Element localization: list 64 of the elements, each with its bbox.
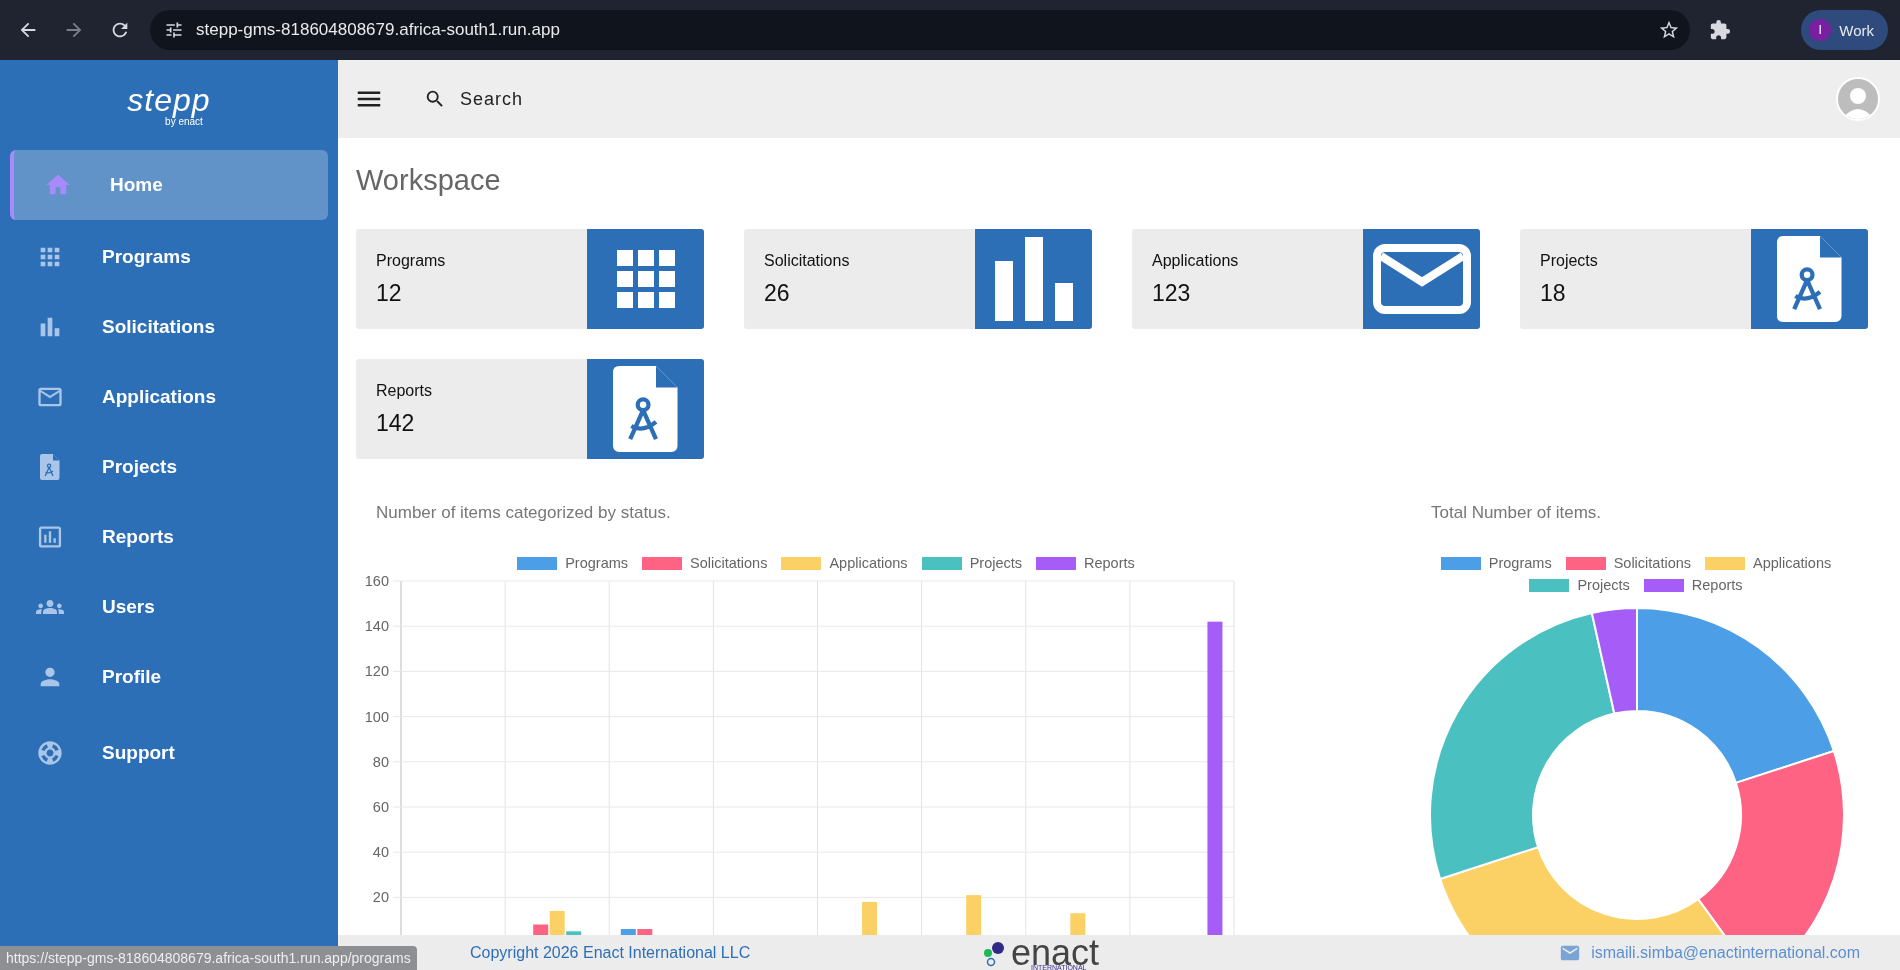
stat-label: Projects (1540, 251, 1599, 270)
logo-text: stepp (127, 83, 211, 116)
stat-card[interactable]: Reports 142 (356, 359, 704, 459)
legend-item[interactable]: Projects (921, 555, 1022, 571)
legend-item[interactable]: Reports (1036, 555, 1135, 571)
document-compass-icon (613, 366, 678, 452)
stat-label: Programs (376, 251, 447, 270)
stat-label: Solicitations (764, 251, 851, 270)
stat-value: 142 (376, 409, 416, 437)
stat-label: Reports (376, 381, 434, 400)
legend-item[interactable]: Programs (517, 555, 629, 571)
sidebar-item[interactable]: Users (10, 572, 328, 642)
legend-item[interactable]: Reports (1643, 577, 1743, 593)
stat-card[interactable]: Applications 123 (1132, 229, 1480, 329)
sidebar-item[interactable]: Support (10, 718, 328, 788)
stat-card[interactable]: Projects 18 (1520, 229, 1868, 329)
axis-label: 120 (364, 663, 389, 680)
bar-chart-icon (994, 237, 1073, 321)
address-bar[interactable]: stepp-gms-818604808679.africa-south1.run.app (150, 10, 1690, 50)
mail-icon (1372, 244, 1471, 314)
document-compass-icon (40, 454, 60, 480)
sidebar-item[interactable]: Home (10, 150, 328, 220)
stat-card[interactable]: Programs 12 (356, 229, 704, 329)
stat-label: Applications (1152, 251, 1240, 270)
sidebar-item[interactable]: Programs (10, 222, 328, 292)
sidebar-item[interactable]: Solicitations (10, 292, 328, 362)
legend-item[interactable]: Projects (1529, 577, 1630, 593)
page-title: Workspace (356, 164, 502, 197)
axis-label: 60 (372, 799, 389, 815)
grid-icon (616, 250, 675, 308)
stat-value: 26 (764, 279, 791, 307)
axis-label: 100 (364, 708, 389, 725)
profile-initial: I (1809, 19, 1832, 41)
search-icon (424, 88, 446, 110)
chart-title: Number of items categorized by status. (375, 503, 672, 523)
axis-label: 20 (372, 889, 389, 906)
profile-button[interactable]: I Work (1801, 10, 1888, 50)
sidebar-item[interactable]: Profile (10, 642, 328, 712)
url-text: stepp-gms-818604808679.africa-south1.run.app (196, 20, 561, 40)
stat-value: 18 (1540, 279, 1567, 307)
legend-item[interactable]: Solicitations (1565, 555, 1691, 571)
sidebar-item[interactable]: Applications (10, 362, 328, 432)
stat-value: 12 (376, 279, 403, 307)
bookmark-star-icon[interactable] (1658, 19, 1680, 41)
axis-label: 80 (372, 753, 389, 770)
legend-item[interactable]: Solicitations (642, 555, 768, 571)
email-address: ismaili.simba@enactinternational.com (1591, 943, 1860, 962)
legend-item[interactable]: Applications (781, 555, 908, 571)
sidebar-item[interactable]: Projects (10, 432, 328, 502)
stat-value: 123 (1152, 279, 1192, 307)
legend-item[interactable]: Applications (1705, 555, 1832, 571)
search-field[interactable]: Search (458, 87, 758, 111)
axis-label: 40 (372, 844, 389, 861)
legend-item[interactable]: Programs (1440, 555, 1552, 571)
support-icon (36, 739, 64, 767)
sidebar-item[interactable]: Reports (10, 502, 328, 572)
document-compass-icon (1777, 236, 1842, 322)
copyright-text: Copyright 2026 Enact International LLC (470, 943, 751, 962)
status-url: https://stepp-gms-818604808679.africa-south1.run.app/programs (0, 946, 417, 970)
axis-label: 160 (364, 573, 389, 589)
stat-card[interactable]: Solicitations 26 (744, 229, 1092, 329)
chart-title: Total Number of items. (1430, 503, 1603, 523)
site-settings-icon[interactable] (164, 20, 184, 40)
axis-label: 140 (364, 618, 389, 635)
